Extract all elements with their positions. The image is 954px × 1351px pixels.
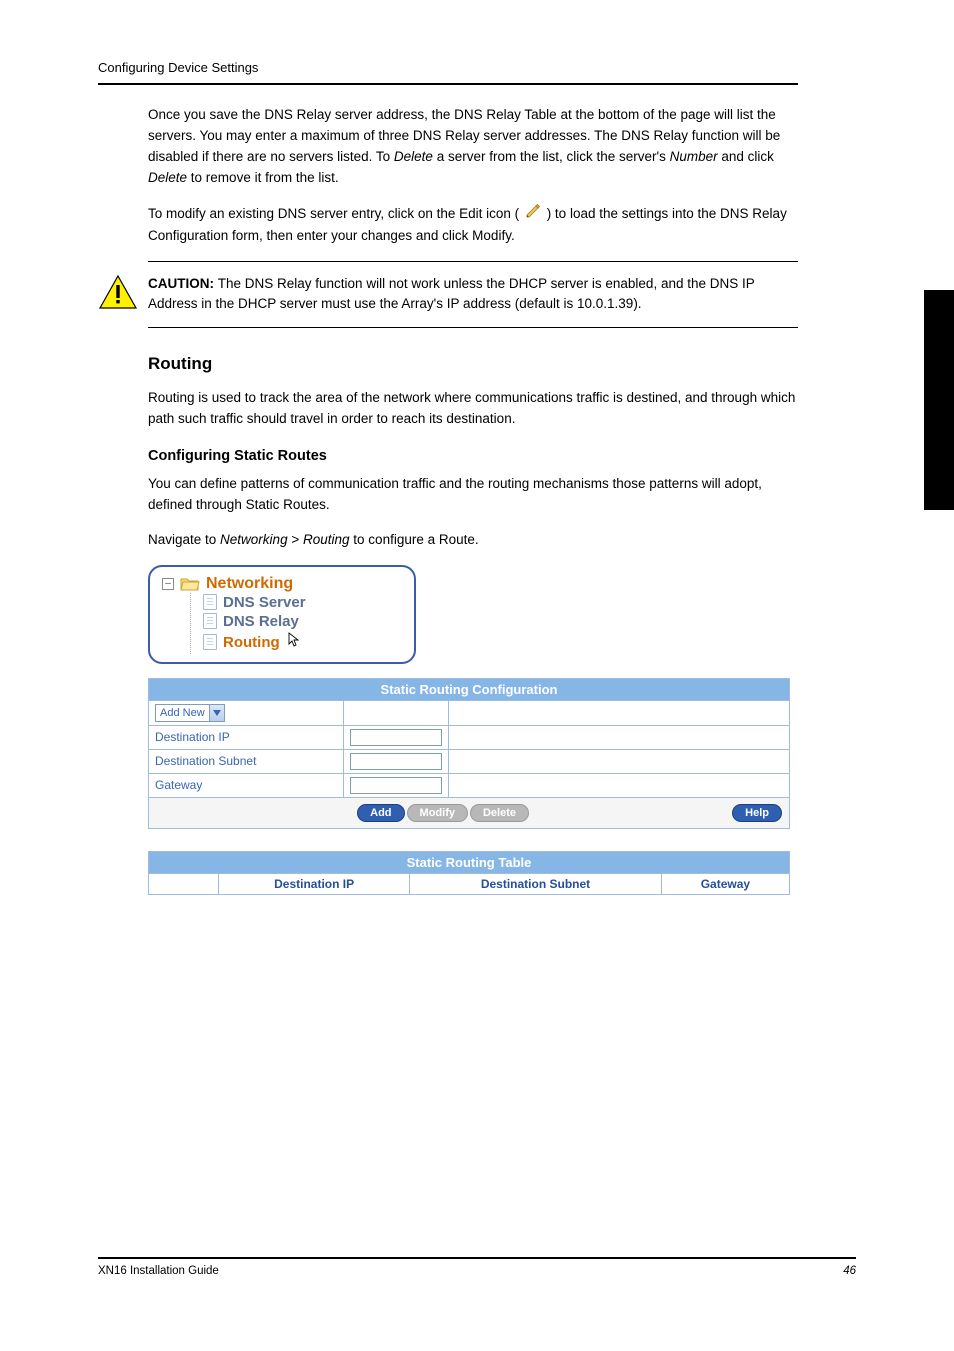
label-destination-subnet: Destination Subnet bbox=[149, 749, 344, 773]
document-icon bbox=[203, 594, 217, 610]
routing-nav-instruction: Navigate to Networking > Routing to conf… bbox=[148, 530, 798, 551]
chevron-down-icon bbox=[209, 705, 224, 721]
side-tab bbox=[924, 290, 954, 510]
folder-open-icon bbox=[180, 576, 200, 592]
label-destination-ip: Destination IP bbox=[149, 725, 344, 749]
tree-item-dns-relay[interactable]: DNS Relay bbox=[203, 612, 404, 631]
pencil-icon bbox=[525, 203, 541, 226]
routing-config-desc: You can define patterns of communication… bbox=[148, 474, 798, 516]
static-routing-table: Static Routing Table Destination IP Dest… bbox=[148, 851, 790, 895]
caution-rule-bottom bbox=[148, 327, 798, 328]
intro-paragraph: Once you save the DNS Relay server addre… bbox=[148, 105, 798, 189]
static-routing-config-table: Static Routing Configuration Add New Des… bbox=[148, 678, 790, 829]
caution-text: CAUTION: The DNS Relay function will not… bbox=[146, 274, 798, 316]
document-icon bbox=[203, 634, 217, 650]
config-table-title: Static Routing Configuration bbox=[149, 678, 790, 700]
subsection-config-static-routes: Configuring Static Routes bbox=[148, 448, 798, 464]
route-select[interactable]: Add New bbox=[155, 704, 225, 722]
routing-table-title: Static Routing Table bbox=[149, 851, 790, 873]
nav-tree-box: – Networking DNS Server DNS Relay bbox=[148, 565, 416, 664]
col-destination-ip: Destination IP bbox=[219, 873, 410, 894]
input-gateway[interactable] bbox=[350, 777, 442, 794]
cursor-icon bbox=[288, 632, 302, 653]
input-destination-subnet[interactable] bbox=[350, 753, 442, 770]
tree-collapse-icon[interactable]: – bbox=[162, 578, 174, 590]
routing-desc: Routing is used to track the area of the… bbox=[148, 388, 798, 430]
tree-item-routing[interactable]: Routing bbox=[203, 631, 404, 654]
col-gateway: Gateway bbox=[661, 873, 789, 894]
modify-button[interactable]: Modify bbox=[407, 804, 468, 822]
tree-item-dns-server[interactable]: DNS Server bbox=[203, 593, 404, 612]
label-gateway: Gateway bbox=[149, 773, 344, 797]
header-rule bbox=[98, 83, 798, 85]
add-button[interactable]: Add bbox=[357, 804, 404, 822]
col-destination-subnet: Destination Subnet bbox=[410, 873, 662, 894]
caution-rule-top bbox=[148, 261, 798, 262]
help-button[interactable]: Help bbox=[732, 804, 782, 822]
page-footer: XN16 Installation Guide 46 bbox=[98, 1257, 856, 1277]
input-destination-ip[interactable] bbox=[350, 729, 442, 746]
document-icon bbox=[203, 613, 217, 629]
delete-button[interactable]: Delete bbox=[470, 804, 529, 822]
caution-icon bbox=[98, 274, 146, 315]
page-header: Configuring Device Settings bbox=[98, 60, 798, 75]
section-title-routing: Routing bbox=[148, 354, 798, 374]
tree-root-networking[interactable]: Networking bbox=[206, 575, 293, 593]
modify-paragraph: To modify an existing DNS server entry, … bbox=[148, 203, 798, 247]
